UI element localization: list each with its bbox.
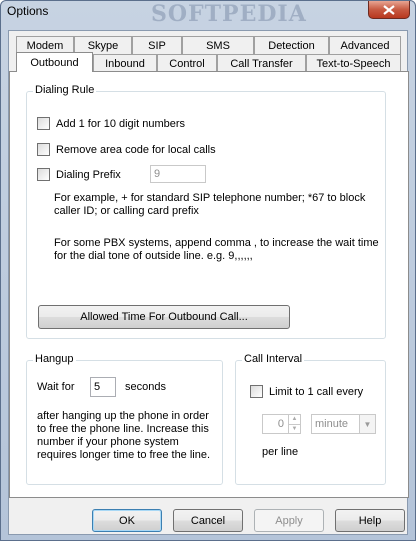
dialing-rule-group: Dialing Rule Add 1 for 10 digit numbers … xyxy=(26,84,386,339)
dialing-prefix-label: Dialing Prefix xyxy=(56,168,121,181)
pbx-hint-text: For some PBX systems, append comma , to … xyxy=(54,237,379,262)
remove-area-checkbox-row[interactable]: Remove area code for local calls xyxy=(37,143,216,156)
allowed-time-button[interactable]: Allowed Time For Outbound Call... xyxy=(38,305,290,329)
watermark-logo: SOFTPEDIA xyxy=(151,1,307,27)
limit-calls-label: Limit to 1 call every xyxy=(269,385,364,398)
call-interval-title: Call Interval xyxy=(242,353,305,365)
chevron-down-icon[interactable]: ▼ xyxy=(359,415,375,433)
window-title: Options xyxy=(7,4,49,18)
dialing-prefix-checkbox[interactable] xyxy=(37,168,50,181)
interval-unit-select[interactable]: minute ▼ xyxy=(311,414,376,434)
tab-text-to-speech[interactable]: Text-to-Speech xyxy=(306,54,401,72)
add1-label: Add 1 for 10 digit numbers xyxy=(56,117,186,130)
tab-sms[interactable]: SMS xyxy=(182,36,254,54)
tab-advanced[interactable]: Advanced xyxy=(329,36,401,54)
limit-calls-checkbox[interactable] xyxy=(250,385,263,398)
per-line-label: per line xyxy=(262,446,299,458)
title-bar[interactable]: Options SOFTPEDIA xyxy=(1,1,415,27)
hangup-seconds-input[interactable]: 5 xyxy=(90,377,116,397)
add1-checkbox[interactable] xyxy=(37,117,50,130)
dialing-prefix-checkbox-row[interactable]: Dialing Prefix xyxy=(37,168,121,181)
tab-sip[interactable]: SIP xyxy=(132,36,182,54)
dialing-prefix-input[interactable]: 9 xyxy=(150,165,206,183)
seconds-label: seconds xyxy=(125,381,166,393)
call-interval-group: Call Interval Limit to 1 call every 0 ▲ ▼… xyxy=(235,353,386,485)
remove-area-label: Remove area code for local calls xyxy=(56,143,216,156)
hangup-title: Hangup xyxy=(33,353,76,365)
add1-checkbox-row[interactable]: Add 1 for 10 digit numbers xyxy=(37,117,185,130)
help-button[interactable]: Help xyxy=(335,509,405,532)
wait-for-label: Wait for xyxy=(37,381,75,393)
spinner-arrows-icon[interactable]: ▲ ▼ xyxy=(288,415,300,433)
tab-control[interactable]: Control xyxy=(157,54,217,72)
apply-button[interactable]: Apply xyxy=(254,509,324,532)
hangup-group: Hangup Wait for 5 seconds after hanging … xyxy=(26,353,223,485)
hangup-description: after hanging up the phone in order to f… xyxy=(37,410,211,461)
remove-area-checkbox[interactable] xyxy=(37,143,50,156)
tab-inbound[interactable]: Inbound xyxy=(93,54,157,72)
outbound-panel: Dialing Rule Add 1 for 10 digit numbers … xyxy=(9,71,409,498)
tab-outbound[interactable]: Outbound xyxy=(16,52,93,72)
prefix-example-text: For example, + for standard SIP telephon… xyxy=(54,192,366,217)
tab-detection[interactable]: Detection xyxy=(254,36,329,54)
close-button[interactable] xyxy=(368,1,410,19)
dialing-rule-title: Dialing Rule xyxy=(33,84,97,96)
cancel-button[interactable]: Cancel xyxy=(173,509,243,532)
options-window: Options SOFTPEDIA Modem Skype SIP SMS De… xyxy=(0,0,416,541)
interval-count-spinner[interactable]: 0 ▲ ▼ xyxy=(262,414,301,434)
tab-call-transfer[interactable]: Call Transfer xyxy=(217,54,306,72)
ok-button[interactable]: OK xyxy=(92,509,162,532)
close-icon xyxy=(383,4,395,15)
limit-calls-checkbox-row[interactable]: Limit to 1 call every xyxy=(250,385,363,398)
